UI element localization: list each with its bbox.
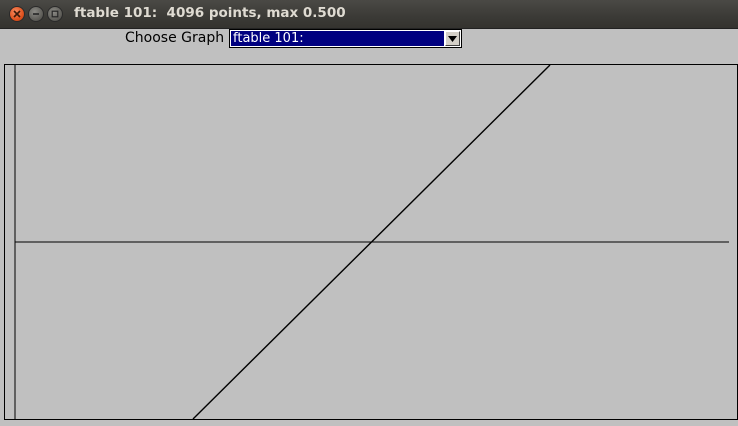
choose-graph-label: Choose Graph: [125, 30, 225, 46]
graph-select-value: ftable 101:: [231, 31, 444, 46]
title-bar: ftable 101: 4096 points, max 0.500: [0, 0, 738, 29]
maximize-icon: [51, 10, 59, 18]
window-title: ftable 101: 4096 points, max 0.500: [74, 5, 346, 21]
minimize-icon: [33, 13, 39, 15]
graph-plot: [14, 65, 729, 419]
graph-select-arrow[interactable]: [445, 31, 460, 46]
close-button[interactable]: [9, 6, 25, 22]
chevron-down-icon: [448, 35, 457, 42]
maximize-button[interactable]: [47, 6, 63, 22]
graph-area: [4, 64, 738, 420]
graph-select[interactable]: ftable 101:: [229, 29, 462, 48]
close-icon: [13, 10, 21, 18]
minimize-button[interactable]: [28, 6, 44, 22]
